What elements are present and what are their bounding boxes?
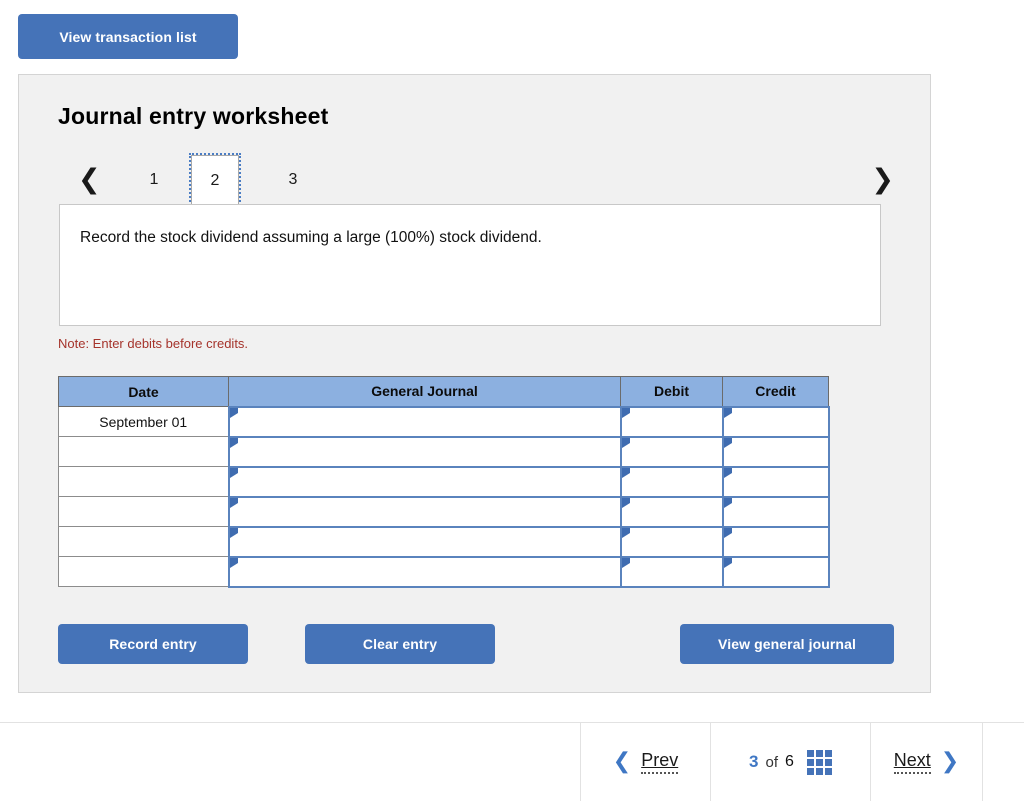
cell-credit-input[interactable] <box>723 497 828 526</box>
worksheet-tab-1[interactable]: 1 <box>130 163 178 197</box>
page-counter: 3 of 6 <box>710 723 870 801</box>
instruction-text: Record the stock dividend assuming a lar… <box>80 229 542 246</box>
next-page-label: Next <box>893 750 931 774</box>
next-page-button[interactable]: Next ❯ <box>870 723 982 801</box>
chevron-left-icon[interactable]: ❮ <box>78 165 101 195</box>
table-row: September 01 <box>58 405 830 438</box>
cell-credit[interactable] <box>721 405 830 438</box>
worksheet-tab-2[interactable]: 2 <box>189 153 241 209</box>
footer-end-spacer <box>982 723 1024 801</box>
chevron-right-icon[interactable]: ❯ <box>871 165 894 195</box>
table-row <box>58 465 830 498</box>
cell-general-journal[interactable] <box>227 405 622 438</box>
cell-general-journal-input[interactable] <box>229 437 620 466</box>
cell-credit[interactable] <box>721 495 830 528</box>
column-header-debit: Debit <box>620 376 723 407</box>
cell-debit[interactable] <box>619 525 724 558</box>
journal-entry-table: Date General Journal Debit Credit Septem… <box>58 376 830 588</box>
cell-debit-input[interactable] <box>621 557 722 586</box>
debits-before-credits-note: Note: Enter debits before credits. <box>58 336 249 351</box>
table-row <box>58 435 830 468</box>
table-row <box>58 525 830 558</box>
cell-debit[interactable] <box>619 495 724 528</box>
cell-credit-input[interactable] <box>723 557 828 586</box>
pagination-footer: ❮ Prev 3 of 6 Next ❯ <box>0 722 1024 801</box>
cell-general-journal-input[interactable] <box>229 557 620 586</box>
page-root: View transaction list Journal entry work… <box>0 0 1024 801</box>
table-row <box>58 495 830 528</box>
column-header-general-journal: General Journal <box>228 376 621 407</box>
column-header-date: Date <box>58 376 229 407</box>
cell-credit[interactable] <box>721 555 830 588</box>
total-page-count: 6 <box>785 753 794 770</box>
worksheet-tabs: ❮ 1 2 3 ❯ <box>56 153 904 210</box>
cell-general-journal-input[interactable] <box>229 407 620 436</box>
grid-view-icon[interactable] <box>806 749 832 775</box>
page-title: Journal entry worksheet <box>58 103 329 129</box>
journal-table-body: September 01 <box>58 405 830 588</box>
cell-general-journal[interactable] <box>227 435 622 468</box>
cell-debit-input[interactable] <box>621 497 722 526</box>
cell-debit[interactable] <box>619 465 724 498</box>
clear-entry-button[interactable]: Clear entry <box>305 624 495 664</box>
view-transaction-list-button[interactable]: View transaction list <box>18 14 238 59</box>
cell-debit-input[interactable] <box>621 407 722 436</box>
cell-general-journal[interactable] <box>227 525 622 558</box>
cell-credit[interactable] <box>721 465 830 498</box>
cell-date[interactable]: September 01 <box>58 406 229 437</box>
cell-debit[interactable] <box>619 405 724 438</box>
cell-credit-input[interactable] <box>723 467 828 496</box>
cell-credit-input[interactable] <box>723 437 828 466</box>
cell-debit-input[interactable] <box>621 467 722 496</box>
current-page-number: 3 <box>749 752 759 771</box>
cell-general-journal-input[interactable] <box>229 467 620 496</box>
cell-debit[interactable] <box>619 555 724 588</box>
table-row <box>58 555 830 588</box>
cell-credit-input[interactable] <box>723 527 828 556</box>
cell-credit[interactable] <box>721 525 830 558</box>
prev-page-button[interactable]: ❮ Prev <box>580 723 710 801</box>
cell-general-journal[interactable] <box>227 555 622 588</box>
cell-date[interactable] <box>58 526 229 557</box>
worksheet-tab-3[interactable]: 3 <box>269 163 317 197</box>
cell-date[interactable] <box>58 436 229 467</box>
page-of-label: of <box>765 753 779 771</box>
cell-date[interactable] <box>58 556 229 587</box>
journal-entry-panel: Journal entry worksheet ❮ 1 2 3 ❯ Record… <box>18 74 931 693</box>
table-header-row: Date General Journal Debit Credit <box>58 376 829 407</box>
cell-general-journal-input[interactable] <box>229 527 620 556</box>
column-header-credit: Credit <box>722 376 829 407</box>
record-entry-button[interactable]: Record entry <box>58 624 248 664</box>
view-general-journal-button[interactable]: View general journal <box>680 624 894 664</box>
chevron-left-icon: ❮ <box>612 749 632 774</box>
cell-general-journal[interactable] <box>227 495 622 528</box>
cell-credit-input[interactable] <box>723 407 828 436</box>
cell-date[interactable] <box>58 496 229 527</box>
cell-debit-input[interactable] <box>621 437 722 466</box>
chevron-right-icon: ❯ <box>940 749 960 774</box>
cell-debit[interactable] <box>619 435 724 468</box>
instruction-box: Record the stock dividend assuming a lar… <box>59 204 881 326</box>
prev-page-label: Prev <box>641 750 679 774</box>
cell-general-journal-input[interactable] <box>229 497 620 526</box>
cell-credit[interactable] <box>721 435 830 468</box>
cell-date[interactable] <box>58 466 229 497</box>
cell-debit-input[interactable] <box>621 527 722 556</box>
cell-general-journal[interactable] <box>227 465 622 498</box>
